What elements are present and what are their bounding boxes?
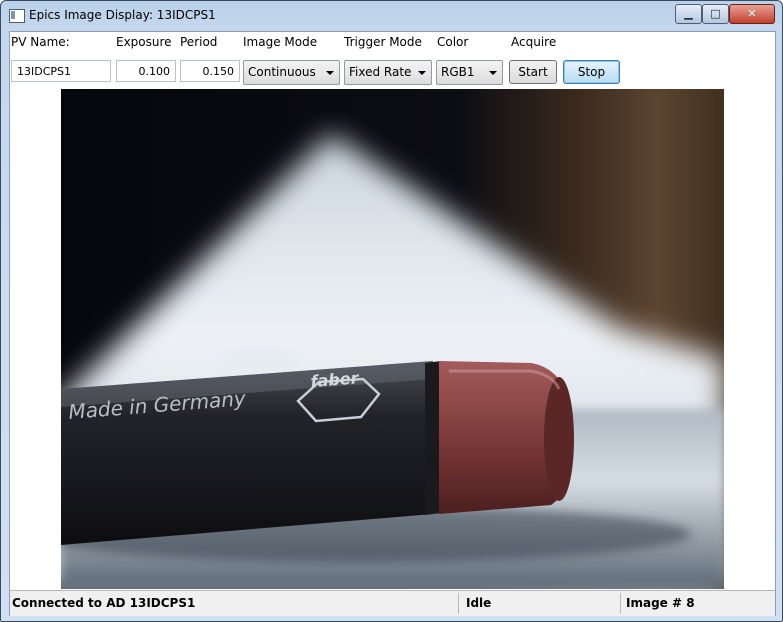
minimize-icon: ▁ (684, 7, 693, 20)
acquire-label: Acquire (511, 35, 557, 49)
trigger-mode-value: Fixed Rate (349, 65, 412, 79)
camera-image-render: Made in Germany faber (61, 89, 724, 589)
trigger-mode-label: Trigger Mode (344, 35, 422, 49)
image-mode-label: Image Mode (243, 35, 318, 49)
status-divider (620, 593, 621, 614)
pv-name-input[interactable]: 13IDCPS1 (11, 60, 111, 82)
exposure-label: Exposure (116, 35, 172, 49)
chevron-down-icon (418, 71, 426, 75)
image-counter: Image # 8 (626, 596, 695, 610)
status-divider (458, 593, 459, 614)
maximize-icon: □ (710, 7, 721, 20)
client-area: PV Name: Exposure Period Image Mode Trig… (9, 31, 776, 616)
status-bar: Connected to AD 13IDCPS1 Idle Image # 8 (10, 590, 775, 616)
chevron-down-icon (489, 71, 497, 75)
period-label: Period (180, 35, 218, 49)
close-button[interactable]: ✕ (729, 4, 775, 24)
stop-button[interactable]: Stop (563, 60, 620, 84)
maximize-button[interactable]: □ (702, 4, 729, 24)
color-label: Color (437, 35, 469, 49)
window-title: Epics Image Display: 13IDCPS1 (29, 8, 216, 22)
start-button[interactable]: Start (509, 60, 557, 84)
pv-name-label: PV Name: (11, 35, 70, 49)
title-bar[interactable]: Epics Image Display: 13IDCPS1 ▁ □ ✕ (1, 1, 782, 32)
image-mode-value: Continuous (248, 65, 316, 79)
period-input[interactable]: 0.150 (180, 60, 240, 82)
app-window-icon (9, 9, 25, 23)
color-value: RGB1 (441, 65, 475, 79)
close-icon: ✕ (747, 7, 757, 20)
trigger-mode-select[interactable]: Fixed Rate (344, 60, 432, 85)
minimize-button[interactable]: ▁ (675, 4, 702, 24)
image-mode-select[interactable]: Continuous (243, 60, 340, 85)
exposure-input[interactable]: 0.100 (116, 60, 176, 82)
chevron-down-icon (326, 71, 334, 75)
color-select[interactable]: RGB1 (436, 60, 503, 85)
acquire-state: Idle (466, 596, 492, 610)
camera-image[interactable]: Made in Germany faber (61, 89, 724, 589)
app-window: Epics Image Display: 13IDCPS1 ▁ □ ✕ PV N… (0, 0, 783, 622)
connection-status: Connected to AD 13IDCPS1 (12, 596, 196, 610)
pencil-logo-text: faber (310, 368, 360, 391)
